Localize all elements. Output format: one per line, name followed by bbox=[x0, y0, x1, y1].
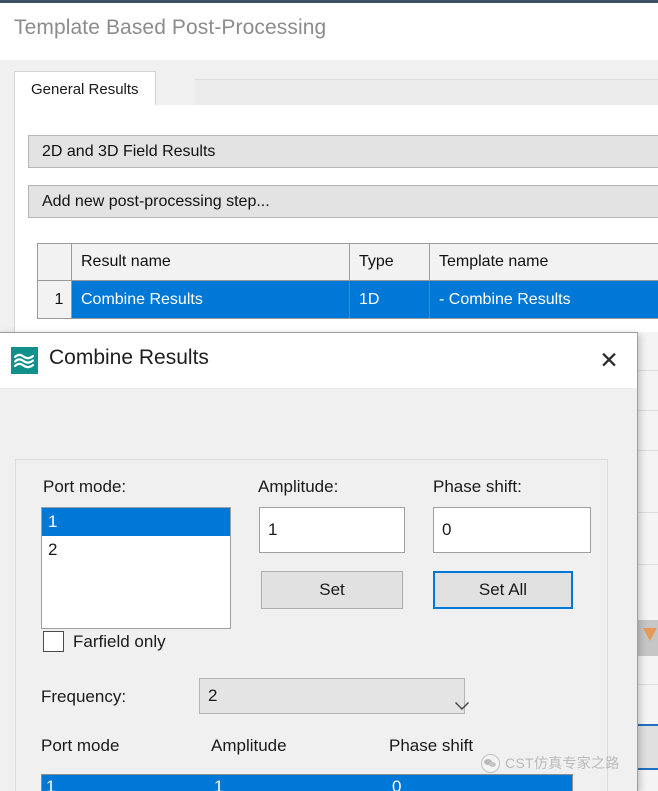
port-mode-listbox[interactable]: 1 2 bbox=[41, 507, 231, 629]
table-row[interactable]: 1 1 0 bbox=[42, 775, 572, 791]
list-item[interactable]: 2 bbox=[42, 536, 230, 564]
frequency-select[interactable]: 2 bbox=[199, 678, 470, 714]
panel-divider bbox=[636, 684, 658, 685]
farfield-only-checkbox[interactable] bbox=[43, 631, 64, 652]
dialog-title: Combine Results bbox=[49, 346, 209, 369]
row-type: 1D bbox=[350, 281, 430, 318]
table-row[interactable]: 1 Combine Results 1D - Combine Results bbox=[38, 281, 658, 318]
panel-divider bbox=[636, 512, 658, 513]
grid-column-header-amplitude: Amplitude bbox=[211, 736, 287, 755]
panel-divider bbox=[636, 564, 658, 565]
results-table: Result name Type Template name 1 Combine… bbox=[37, 243, 658, 319]
results-table-header-row: Result name Type Template name bbox=[38, 244, 658, 281]
cell-amplitude: 1 bbox=[214, 777, 224, 791]
group-bar-field-results[interactable]: 2D and 3D Field Results bbox=[28, 135, 658, 168]
port-mode-summary-grid[interactable]: 1 1 0 2 1 theta bbox=[41, 774, 573, 791]
frequency-value: 2 bbox=[208, 686, 218, 705]
row-index: 1 bbox=[38, 281, 72, 318]
panel-highlight-band bbox=[636, 620, 658, 656]
port-mode-label: Port mode: bbox=[43, 477, 127, 496]
phase-shift-input[interactable]: 0 bbox=[433, 507, 591, 553]
phase-shift-label: Phase shift: bbox=[433, 477, 522, 496]
down-arrow-icon bbox=[643, 628, 657, 641]
column-header-template-name[interactable]: Template name bbox=[430, 244, 658, 280]
column-header-type[interactable]: Type bbox=[350, 244, 430, 280]
grid-column-header-phase-shift: Phase shift bbox=[389, 736, 474, 755]
screen: Template Based Post-Processing General R… bbox=[0, 0, 658, 791]
panel-divider bbox=[636, 410, 658, 411]
row-result-name: Combine Results bbox=[72, 281, 350, 318]
tabstrip: General Results bbox=[14, 71, 658, 107]
cell-phase-shift: 0 bbox=[392, 777, 402, 791]
dialog-body: Port mode: 1 2 Amplitude: 1 Phase shift:… bbox=[0, 389, 637, 791]
panel-accent-rule bbox=[636, 768, 658, 770]
tab-general-results[interactable]: General Results bbox=[14, 71, 156, 106]
cell-port-mode: 1 bbox=[46, 777, 56, 791]
background-side-panel bbox=[635, 332, 658, 791]
column-header-index bbox=[38, 244, 72, 280]
combine-results-dialog: Combine Results ✕ Port mode: 1 2 Amplitu… bbox=[0, 332, 638, 791]
frequency-label: Frequency: bbox=[41, 687, 127, 706]
panel-divider bbox=[636, 370, 658, 371]
dialog-titlebar[interactable]: Combine Results ✕ bbox=[0, 333, 637, 389]
waves-icon bbox=[11, 347, 38, 374]
page-title: Template Based Post-Processing bbox=[14, 16, 327, 39]
grid-column-header-port-mode: Port mode bbox=[41, 736, 120, 755]
panel-divider bbox=[636, 450, 658, 451]
close-icon[interactable]: ✕ bbox=[581, 333, 637, 387]
group-bar-add-new-step[interactable]: Add new post-processing step... bbox=[28, 185, 658, 218]
column-header-result-name[interactable]: Result name bbox=[72, 244, 350, 280]
list-item[interactable]: 1 bbox=[42, 508, 230, 536]
amplitude-label: Amplitude: bbox=[258, 477, 339, 496]
tabstrip-filler bbox=[195, 79, 658, 107]
window-top-border bbox=[0, 0, 658, 3]
amplitude-input[interactable]: 1 bbox=[259, 507, 405, 553]
panel-row bbox=[636, 726, 658, 768]
set-button[interactable]: Set bbox=[261, 571, 403, 609]
farfield-only-label: Farfield only bbox=[73, 631, 166, 651]
row-template-name: - Combine Results bbox=[430, 281, 658, 318]
farfield-only-row[interactable]: Farfield only bbox=[43, 631, 166, 652]
set-all-button[interactable]: Set All bbox=[433, 571, 573, 609]
